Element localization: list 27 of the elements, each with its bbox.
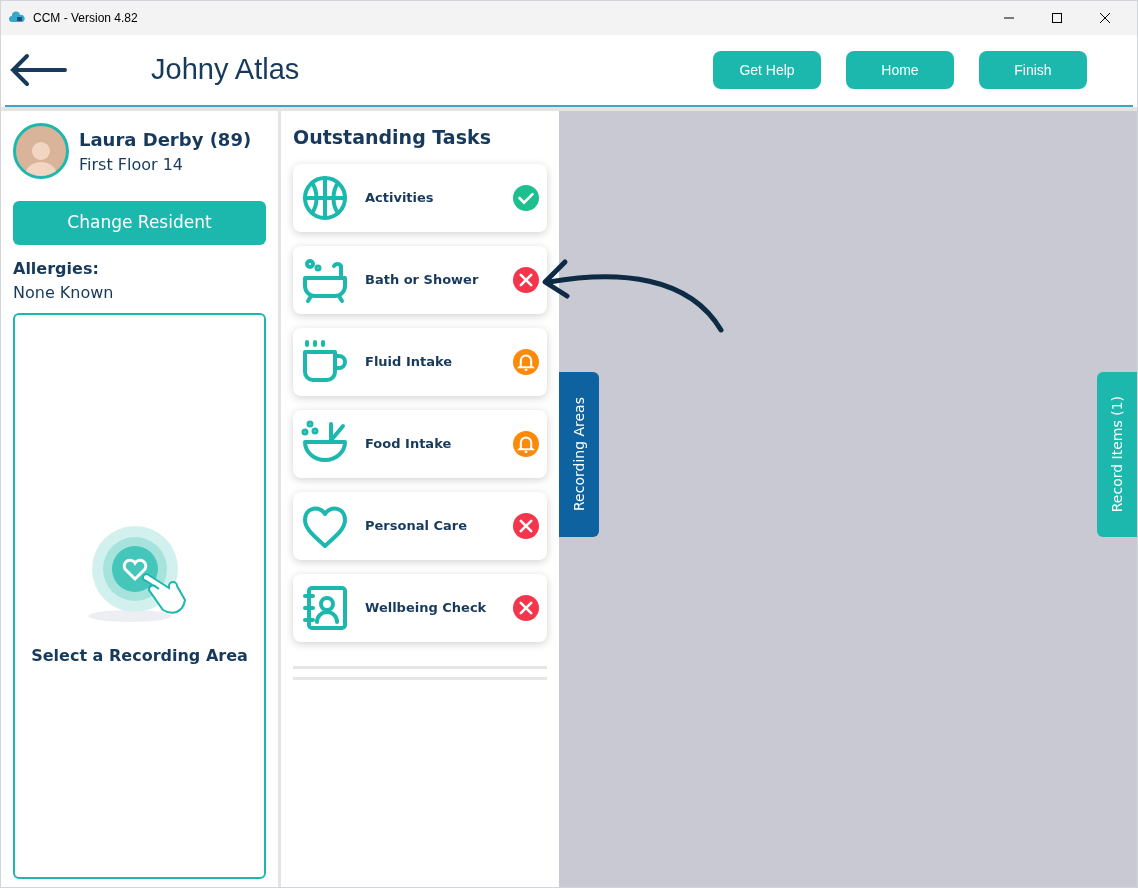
task-label: Personal Care — [365, 516, 468, 535]
window-title: CCM - Version 4.82 — [33, 10, 138, 27]
close-icon — [1100, 13, 1110, 23]
task-label: Activities — [365, 188, 435, 207]
contact-book-icon — [301, 583, 349, 632]
task-label: Fluid Intake — [365, 352, 454, 371]
task-card[interactable]: Bath or Shower — [293, 245, 547, 314]
avatar — [13, 123, 69, 179]
tasks-title: Outstanding Tasks — [293, 125, 492, 150]
resident-location: First Floor 14 — [79, 153, 184, 176]
recording-area-prompt: Select a Recording Area — [31, 645, 248, 667]
task-label: Bath or Shower — [365, 270, 480, 289]
task-label: Food Intake — [365, 434, 453, 453]
recording-areas-tab[interactable]: Recording Areas — [559, 371, 599, 537]
task-card[interactable]: Personal Care — [293, 491, 547, 560]
ball-icon — [301, 173, 349, 222]
allergies-value: None Known — [13, 282, 115, 304]
task-label: Wellbeing Check — [365, 598, 488, 617]
task-card[interactable]: Fluid Intake — [293, 327, 547, 396]
resident-name: Laura Derby (89) — [79, 127, 252, 152]
task-card[interactable]: Wellbeing Check — [293, 573, 547, 642]
maximize-icon — [1052, 13, 1062, 23]
allergies-label: Allergies: — [13, 258, 100, 280]
page-title: Johny Atlas — [151, 52, 300, 88]
task-card[interactable]: Food Intake — [293, 409, 547, 478]
cloud-logo-icon — [9, 11, 25, 25]
task-card[interactable]: Activities — [293, 163, 547, 232]
